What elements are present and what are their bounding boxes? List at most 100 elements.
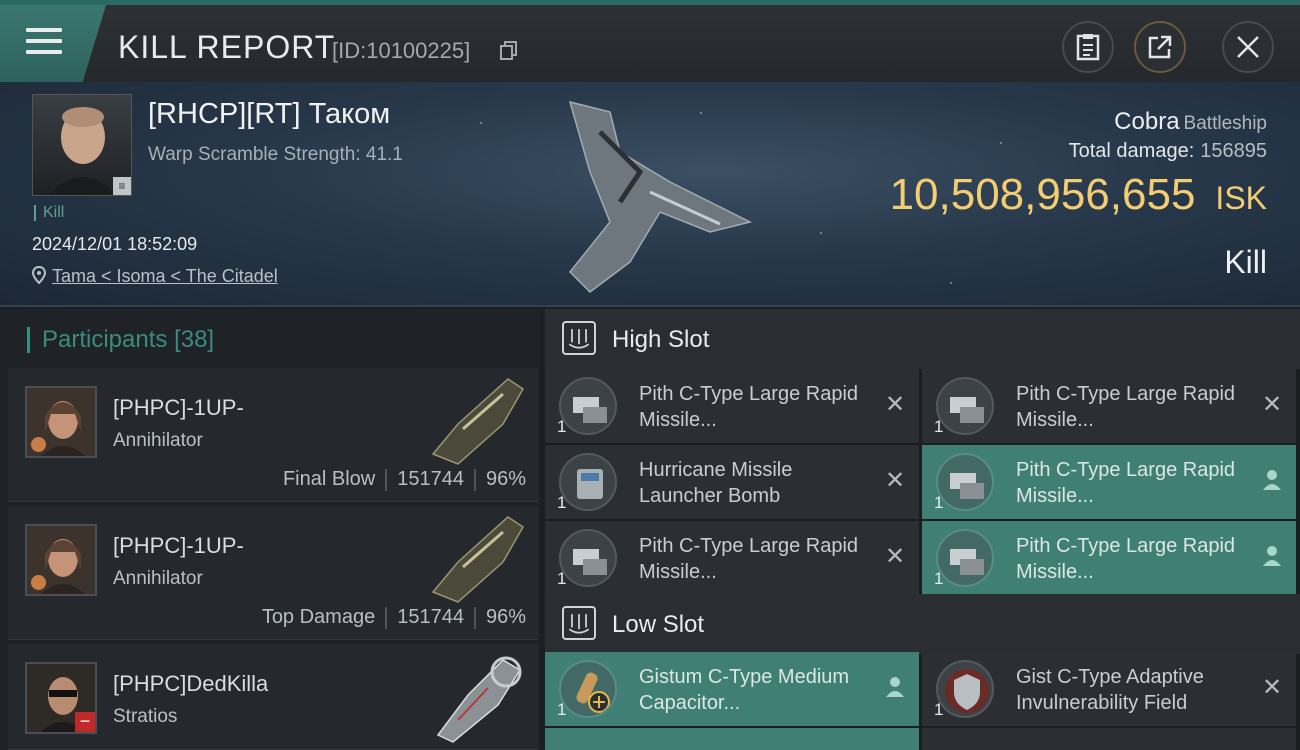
kill-tag: Kill xyxy=(34,205,64,221)
module-name: Pith C-Type Large Rapid Missile... xyxy=(639,535,859,583)
avatar[interactable] xyxy=(25,524,97,596)
low-slot-icon xyxy=(562,606,596,640)
faction-badge-icon xyxy=(31,575,46,590)
participant-tag: Final Blow xyxy=(282,468,376,490)
ship-class: Battleship xyxy=(1183,113,1267,134)
high-slot-title: High Slot xyxy=(612,326,710,353)
missile-launcher-icon xyxy=(936,453,994,511)
shield-field-icon xyxy=(936,660,994,718)
module-quantity: 1 xyxy=(934,700,944,719)
participant-ship-icon xyxy=(431,516,524,603)
location-link[interactable]: Tama < Isoma < The Citadel xyxy=(52,266,278,286)
destroyed-icon: ✕ xyxy=(1261,391,1283,418)
copy-icon[interactable] xyxy=(500,41,518,61)
participant-card[interactable]: [PHPC]-1UP- Annihilator Top Damage 151744… xyxy=(8,506,538,640)
high-slot-header: High Slot xyxy=(545,309,1300,369)
high-slot-icon xyxy=(562,321,596,355)
destroyed-icon: ✕ xyxy=(1261,674,1283,701)
module-quantity: 1 xyxy=(557,700,567,719)
avatar[interactable] xyxy=(25,386,97,458)
portrait-info-icon[interactable]: ≡ xyxy=(113,177,131,195)
warp-scramble-strength: Warp Scramble Strength: 41.1 xyxy=(148,144,403,165)
participant-name: [PHPC]DedKilla xyxy=(113,671,269,696)
page-title: KILL REPORT xyxy=(118,29,336,65)
module-name: Hurricane Missile Launcher Bomb xyxy=(639,459,793,507)
module-quantity: 1 xyxy=(557,417,567,436)
total-damage-value: 156895 xyxy=(1200,140,1267,162)
clipboard-icon xyxy=(1076,34,1100,61)
module-item[interactable]: 1 Pith C-Type Large Rapid Missile... ✕ xyxy=(545,521,919,595)
module-item[interactable]: 1 Gistum C-Type Medium Capacitor... xyxy=(545,652,919,726)
top-bar: KILL REPORT [ID:10100225] xyxy=(0,0,1300,82)
avatar[interactable]: − xyxy=(25,662,97,734)
total-damage: Total damage: 156895 xyxy=(1069,140,1267,163)
faction-badge-icon xyxy=(31,437,46,452)
missile-launcher-icon xyxy=(936,529,994,587)
module-item[interactable]: 1 Pith C-Type Large Rapid Missile... ✕ xyxy=(545,369,919,443)
close-button[interactable] xyxy=(1222,21,1274,73)
victim-name: [RHCP][RT] Таком xyxy=(148,98,391,130)
participant-stats: Final Blow 151744 96% xyxy=(283,468,526,491)
module-item[interactable]: 1 Pith C-Type Large Rapid Missile... xyxy=(922,445,1296,519)
destroyed-icon: ✕ xyxy=(884,467,906,494)
module-item[interactable]: 1 Gist C-Type Adaptive Invulnerability F… xyxy=(922,652,1296,726)
participant-card[interactable]: − [PHPC]DedKilla Stratios xyxy=(8,644,538,750)
capacitor-booster-icon xyxy=(559,660,617,718)
participants-title: Participants xyxy=(42,326,168,353)
module-name: Gist C-Type Adaptive Invulnerability Fie… xyxy=(1016,666,1204,714)
module-item[interactable]: 1 Hurricane Missile Launcher Bomb ✕ xyxy=(545,445,919,519)
report-id: [ID:10100225] xyxy=(332,38,471,63)
participant-ship: Annihilator xyxy=(113,430,203,451)
total-damage-label: Total damage: xyxy=(1068,140,1195,162)
close-icon xyxy=(1237,36,1259,58)
missile-launcher-icon xyxy=(559,529,617,587)
participant-stats: Top Damage 151744 96% xyxy=(262,606,526,629)
kill-datetime: 2024/12/01 18:52:09 xyxy=(32,234,198,254)
isk-value: 10,508,956,655 ISK xyxy=(890,170,1267,220)
menu-button[interactable] xyxy=(0,5,106,82)
participant-percent: 96% xyxy=(485,606,526,628)
kill-location[interactable]: Tama < Isoma < The Citadel xyxy=(31,265,278,287)
module-quantity: 1 xyxy=(557,493,567,512)
module-item[interactable] xyxy=(545,728,919,750)
low-slot-title: Low Slot xyxy=(612,611,705,638)
fitting-panel: High Slot 1 Pith C-Type Large Rapid Miss… xyxy=(545,309,1300,750)
victim-ship-image xyxy=(568,100,753,293)
destroyed-icon: ✕ xyxy=(884,391,906,418)
participants-header: Participants [38] xyxy=(27,327,214,353)
participant-ship-icon xyxy=(436,656,522,743)
victim-banner: ≡ [RHCP][RT] Таком Warp Scramble Strengt… xyxy=(0,82,1300,307)
isk-unit: ISK xyxy=(1215,180,1267,216)
participant-ship-icon xyxy=(431,378,524,465)
ship-info: Cobra Battleship xyxy=(1114,108,1267,136)
victim-portrait[interactable]: ≡ xyxy=(32,94,132,196)
module-name: Pith C-Type Large Rapid Missile... xyxy=(1016,383,1236,431)
clipboard-button[interactable] xyxy=(1062,21,1114,73)
dropped-person-icon xyxy=(1260,469,1284,493)
share-button[interactable] xyxy=(1134,21,1186,73)
low-slot-header: Low Slot xyxy=(545,594,1300,654)
dropped-person-icon xyxy=(1260,545,1284,569)
module-name: Pith C-Type Large Rapid Missile... xyxy=(1016,459,1236,507)
module-name: Pith C-Type Large Rapid Missile... xyxy=(639,383,859,431)
participants-count: [38] xyxy=(174,326,215,353)
ship-name: Cobra xyxy=(1114,108,1180,135)
missile-launcher-icon xyxy=(559,377,617,435)
destroyed-icon: ✕ xyxy=(884,543,906,570)
module-item[interactable]: 1 Pith C-Type Large Rapid Missile... xyxy=(922,521,1296,595)
participant-percent: 96% xyxy=(485,468,526,490)
module-item[interactable] xyxy=(922,728,1296,750)
participant-name: [PHPC]-1UP- xyxy=(113,395,244,420)
dropped-person-icon xyxy=(883,676,907,700)
participant-card[interactable]: [PHPC]-1UP- Annihilator Final Blow 151744… xyxy=(8,368,538,502)
menu-icon xyxy=(26,28,62,56)
participant-damage: 151744 xyxy=(397,468,464,490)
module-item[interactable]: 1 Pith C-Type Large Rapid Missile... ✕ xyxy=(922,369,1296,443)
bomb-launcher-icon xyxy=(559,453,617,511)
participants-panel: Participants [38] [PHPC]-1UP- Annihilato… xyxy=(0,309,540,750)
participant-ship: Annihilator xyxy=(113,568,203,589)
participant-ship: Stratios xyxy=(113,706,178,727)
module-name: Gistum C-Type Medium Capacitor... xyxy=(639,666,850,714)
module-quantity: 1 xyxy=(557,569,567,588)
module-name: Pith C-Type Large Rapid Missile... xyxy=(1016,535,1236,583)
